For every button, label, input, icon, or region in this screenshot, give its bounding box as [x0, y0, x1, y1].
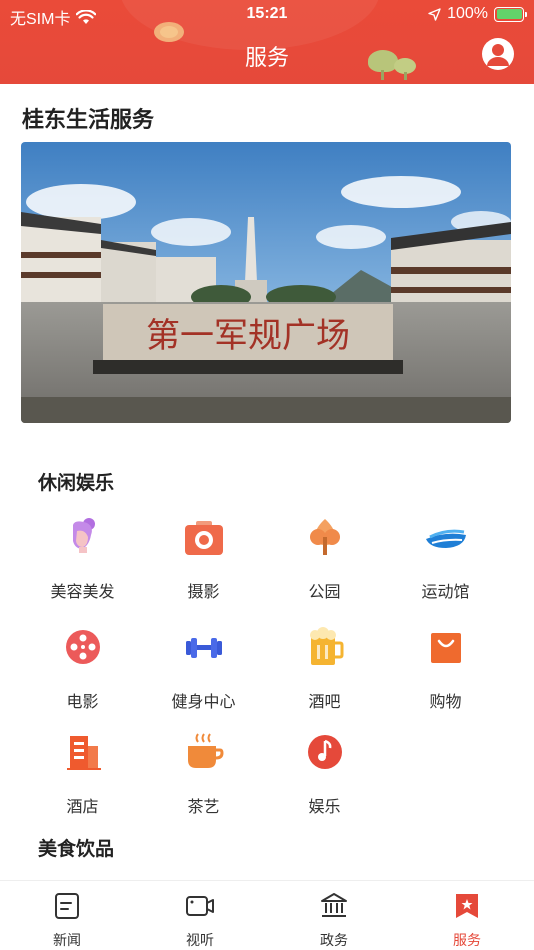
tea-cup-icon	[187, 733, 224, 768]
video-icon	[186, 896, 214, 916]
tab-government[interactable]: 政务	[284, 891, 384, 950]
tab-label: 政务	[320, 932, 348, 948]
location-arrow-icon	[428, 7, 441, 21]
tab-label: 服务	[453, 932, 481, 948]
service-item-label: 美容美发	[50, 584, 115, 601]
leisure-section-title: 休闲娱乐	[38, 473, 115, 494]
service-item-fitness[interactable]: 健身中心	[143, 625, 264, 725]
stadium-icon	[425, 529, 466, 548]
plaza-photo: 第一军规广场	[21, 142, 511, 423]
shopping-bag-icon	[430, 633, 461, 663]
service-item-beauty[interactable]: 美容美发	[22, 515, 143, 615]
hotel-icon	[66, 736, 101, 770]
service-icon	[456, 894, 478, 918]
header-tree-trunk-small	[404, 72, 407, 80]
park-tree-icon	[309, 519, 340, 555]
service-item-label: 酒吧	[308, 694, 341, 711]
service-item-hotel[interactable]: 酒店	[22, 730, 143, 830]
service-item-stadium[interactable]: 运动馆	[385, 515, 506, 615]
government-icon	[321, 893, 347, 917]
food-section-title: 美食饮品	[38, 839, 115, 860]
service-item-label: 酒店	[66, 799, 99, 816]
service-item-label: 茶艺	[187, 799, 220, 816]
service-item-movie[interactable]: 电影	[22, 625, 143, 725]
tab-media[interactable]: 视听	[150, 891, 250, 950]
service-item-bar[interactable]: 酒吧	[264, 625, 385, 725]
service-item-tea[interactable]: 茶艺	[143, 730, 264, 830]
beauty-icon	[72, 518, 95, 553]
tab-label: 新闻	[53, 932, 81, 948]
beer-icon	[309, 627, 343, 665]
tab-label: 视听	[186, 932, 214, 948]
service-item-shopping[interactable]: 购物	[385, 625, 506, 725]
header-bar: 无SIM卡 15:21 100% 服务	[0, 0, 534, 84]
tab-service[interactable]: 服务	[417, 891, 517, 950]
news-icon	[55, 893, 79, 919]
battery-percent: 100%	[447, 5, 488, 22]
music-note-icon	[307, 735, 342, 769]
banner-image[interactable]: 第一军规广场	[21, 142, 511, 423]
service-item-label: 健身中心	[171, 694, 236, 711]
camera-icon	[184, 521, 223, 555]
film-reel-icon	[65, 630, 100, 664]
service-item-label: 购物	[429, 694, 462, 711]
service-item-label: 公园	[308, 584, 341, 601]
battery-icon	[494, 6, 527, 22]
plaza-sign-text: 第一军规广场	[146, 316, 350, 356]
status-bar: 无SIM卡 15:21 100%	[0, 0, 534, 28]
user-profile-button[interactable]	[482, 38, 514, 70]
page-title: 服务	[244, 45, 289, 70]
dumbbell-icon	[185, 638, 222, 658]
bottom-tab-bar: 新闻 视听 政务 服务	[0, 880, 534, 950]
service-item-label: 运动馆	[421, 584, 470, 601]
service-item-park[interactable]: 公园	[264, 515, 385, 615]
service-item-photo[interactable]: 摄影	[143, 515, 264, 615]
service-item-label: 摄影	[187, 584, 220, 601]
service-item-entertainment[interactable]: 娱乐	[264, 730, 385, 830]
service-item-label: 娱乐	[308, 799, 341, 816]
service-item-label: 电影	[66, 694, 99, 711]
user-avatar-icon	[487, 44, 509, 66]
section-heading: 桂东生活服务	[22, 107, 155, 132]
tab-news[interactable]: 新闻	[17, 891, 117, 950]
